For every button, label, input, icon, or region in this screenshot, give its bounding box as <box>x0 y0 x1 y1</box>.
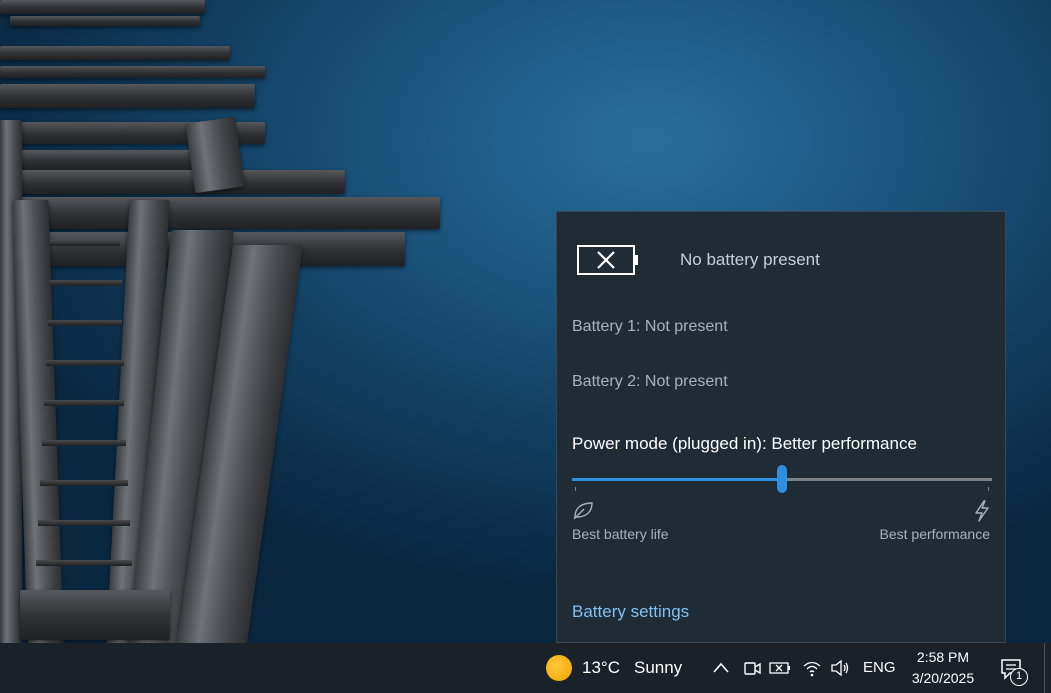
wifi-icon[interactable] <box>802 658 822 678</box>
battery-status-text: No battery present <box>680 250 820 269</box>
weather-temperature: 13°C <box>582 658 620 677</box>
volume-icon[interactable] <box>830 658 850 678</box>
battery-1-status: Battery 1: Not present <box>572 318 728 335</box>
battery-not-present-icon <box>577 245 638 275</box>
weather-condition: Sunny <box>633 658 683 677</box>
battery-2-status: Battery 2: Not present <box>572 373 728 390</box>
power-mode-slider-fill <box>572 478 782 481</box>
battery-settings-link[interactable]: Battery settings <box>572 602 689 622</box>
lightning-bolt-icon <box>975 500 989 522</box>
taskbar: 13°C Sunny ENG 2:58 PM 3/20/2025 1 <box>0 643 1051 693</box>
power-mode-slider-thumb[interactable] <box>777 465 787 493</box>
best-battery-life-label: Best battery life <box>572 526 669 542</box>
clock-time: 2:58 PM <box>916 649 970 665</box>
power-mode-label: Power mode (plugged in): Better performa… <box>572 434 917 453</box>
clock[interactable]: 2:58 PM 3/20/2025 <box>900 647 986 689</box>
leaf-icon <box>573 502 593 520</box>
weather-widget[interactable]: 13°C Sunny <box>546 655 682 681</box>
chevron-up-icon[interactable] <box>711 658 731 678</box>
slider-tick-right <box>988 487 989 491</box>
notification-count-badge: 1 <box>1010 668 1028 686</box>
slider-tick-left <box>575 487 576 491</box>
clock-date: 3/20/2025 <box>911 670 975 686</box>
power-mode-slider[interactable] <box>572 465 992 493</box>
battery-x-icon[interactable] <box>769 658 791 678</box>
show-desktop-button[interactable] <box>1044 643 1045 693</box>
sun-icon <box>546 655 572 681</box>
language-indicator[interactable]: ENG <box>863 659 896 676</box>
best-performance-label: Best performance <box>879 526 991 542</box>
meet-now-icon[interactable] <box>742 658 762 678</box>
battery-flyout: No battery present Battery 1: Not presen… <box>556 211 1006 643</box>
